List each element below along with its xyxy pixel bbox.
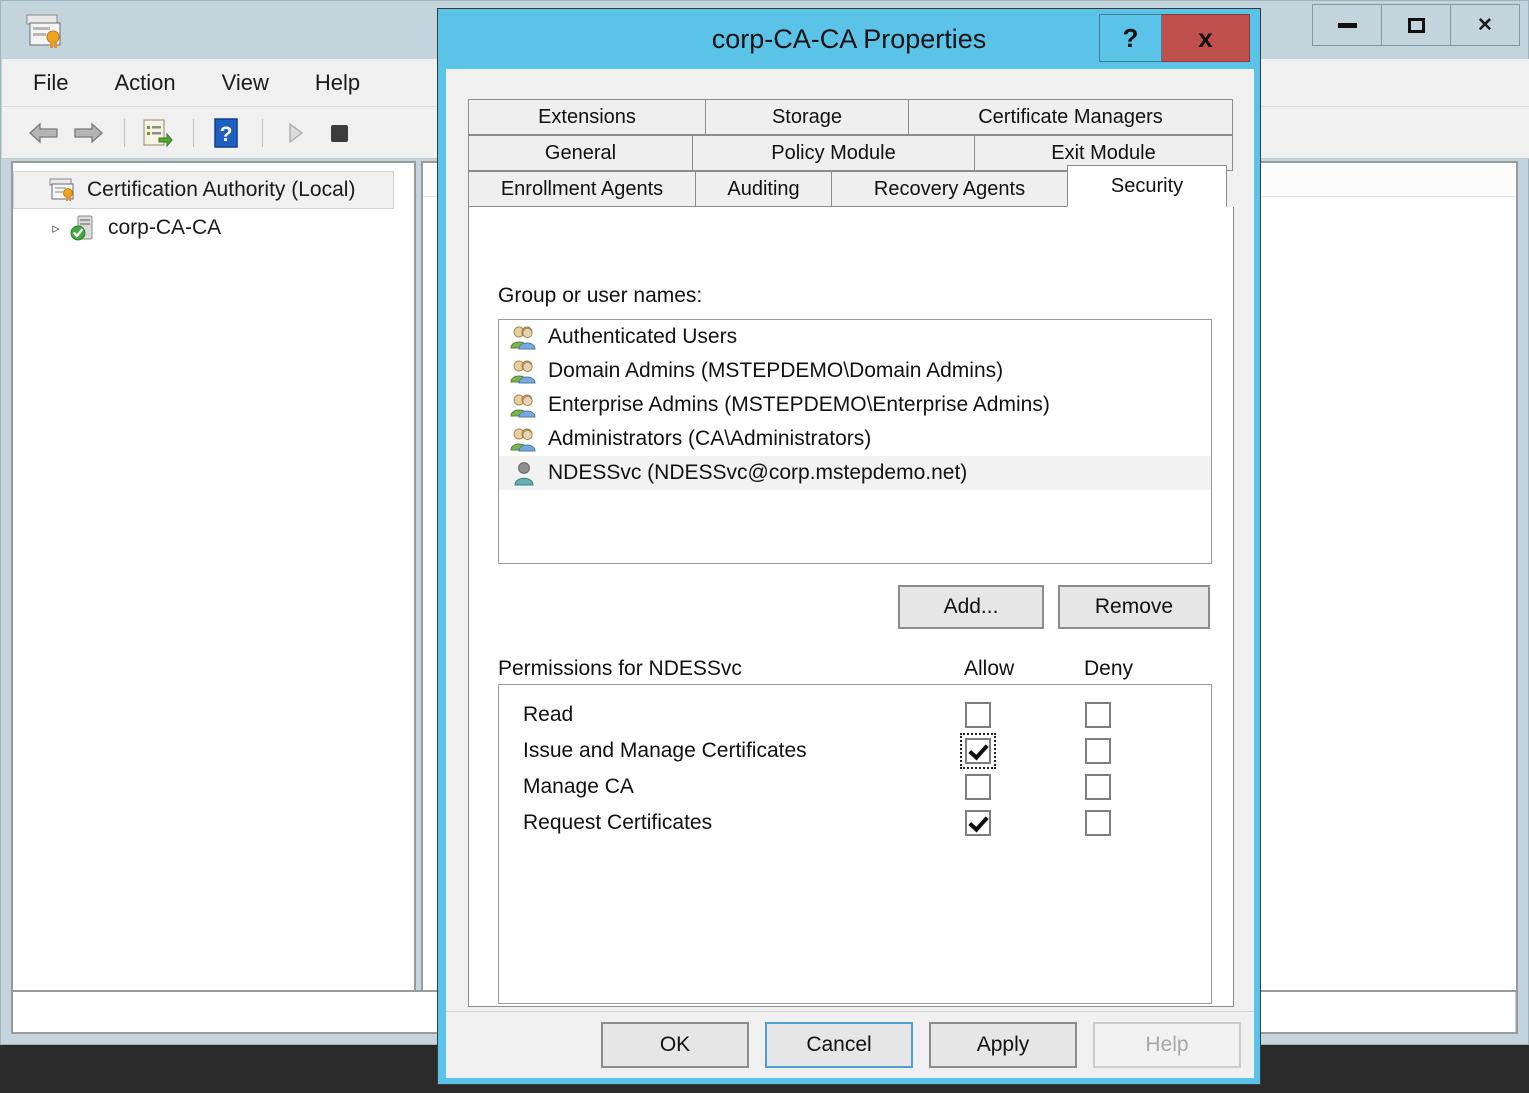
deny-checkbox-issue-and-manage-certificates[interactable] xyxy=(1085,738,1111,764)
deny-checkbox-manage-ca[interactable] xyxy=(1085,774,1111,800)
tree-item-corp-ca-ca[interactable]: ▹ corp-CA-CA xyxy=(13,209,414,247)
screen: ✕ File Action View Help ? Certification … xyxy=(0,0,1529,1093)
list-item-label: Domain Admins (MSTEPDEMO\Domain Admins) xyxy=(548,359,1004,382)
group-icon xyxy=(509,391,539,419)
tab-recovery-agents[interactable]: Recovery Agents xyxy=(831,171,1068,207)
tree-item-certification-authority[interactable]: Certification Authority (Local) xyxy=(13,171,394,209)
deny-checkbox-read[interactable] xyxy=(1085,702,1111,728)
tab-storage[interactable]: Storage xyxy=(705,99,909,135)
forward-arrow-icon[interactable] xyxy=(68,116,108,150)
ca-server-icon xyxy=(69,214,99,242)
toolbar-separator xyxy=(124,118,125,147)
allow-checkbox-issue-and-manage-certificates[interactable] xyxy=(960,733,996,769)
menu-view[interactable]: View xyxy=(217,67,274,99)
list-item-label: Enterprise Admins (MSTEPDEMO\Enterprise … xyxy=(548,393,1050,416)
ca-properties-dialog: corp-CA-CA Properties ? x Extensions Sto… xyxy=(437,8,1261,1085)
allow-column-header: Allow xyxy=(964,657,1015,680)
back-arrow-icon[interactable] xyxy=(24,116,64,150)
certification-authority-icon xyxy=(48,176,78,204)
list-item[interactable]: Authenticated Users xyxy=(499,320,1211,354)
tab-row-3: Enrollment Agents Auditing Recovery Agen… xyxy=(468,165,1234,207)
tree-item-label: corp-CA-CA xyxy=(108,216,222,239)
dialog-help-button[interactable]: ? xyxy=(1099,14,1162,62)
dialog-footer: OK Cancel Apply Help xyxy=(446,1011,1254,1078)
group-icon xyxy=(509,425,539,453)
permission-label: Read xyxy=(523,703,574,726)
ok-button[interactable]: OK xyxy=(601,1022,749,1068)
group-icon xyxy=(509,357,539,385)
deny-checkbox-request-certificates[interactable] xyxy=(1085,810,1111,836)
help-icon[interactable]: ? xyxy=(206,116,246,150)
tab-extensions[interactable]: Extensions xyxy=(468,99,706,135)
allow-checkbox-read[interactable] xyxy=(965,702,991,728)
permissions-for-label: Permissions for NDESSvc xyxy=(498,657,742,680)
dialog-titlebar: corp-CA-CA Properties ? x xyxy=(438,9,1260,69)
dialog-client-area: Extensions Storage Certificate Managers … xyxy=(446,69,1254,1070)
window-controls: ✕ xyxy=(1312,4,1520,46)
remove-button[interactable]: Remove xyxy=(1058,585,1210,629)
group-or-user-names-label: Group or user names: xyxy=(498,284,703,307)
menu-action[interactable]: Action xyxy=(109,67,180,99)
tab-certificate-managers[interactable]: Certificate Managers xyxy=(908,99,1233,135)
dialog-close-button[interactable]: x xyxy=(1162,14,1250,62)
certification-authority-icon xyxy=(23,9,65,51)
cancel-button[interactable]: Cancel xyxy=(765,1022,913,1068)
permission-row-read: Read xyxy=(499,697,1211,733)
svg-text:?: ? xyxy=(220,123,233,146)
list-item[interactable]: Domain Admins (MSTEPDEMO\Domain Admins) xyxy=(499,354,1211,388)
permission-label: Issue and Manage Certificates xyxy=(523,739,807,762)
help-button: Help xyxy=(1093,1022,1241,1068)
list-item-label: Authenticated Users xyxy=(548,325,738,348)
allow-checkbox-request-certificates[interactable] xyxy=(965,810,991,836)
apply-button[interactable]: Apply xyxy=(929,1022,1077,1068)
menu-file[interactable]: File xyxy=(28,67,73,99)
close-button[interactable]: ✕ xyxy=(1450,4,1520,46)
tab-auditing[interactable]: Auditing xyxy=(695,171,832,207)
permission-row-request-certificates: Request Certificates xyxy=(499,805,1211,841)
list-item[interactable]: Administrators (CA\Administrators) xyxy=(499,422,1211,456)
dialog-title: corp-CA-CA Properties xyxy=(711,23,987,54)
tab-security[interactable]: Security xyxy=(1067,165,1227,207)
status-cell-left xyxy=(13,992,443,1032)
stop-service-icon[interactable] xyxy=(319,116,359,150)
menu-help[interactable]: Help xyxy=(310,67,365,99)
console-tree-pane: Certification Authority (Local) ▹ corp-C… xyxy=(11,161,416,1002)
user-icon xyxy=(509,459,539,487)
permission-label: Manage CA xyxy=(523,775,634,798)
group-or-user-names-list[interactable]: Authenticated Users Domain Admins (MSTEP… xyxy=(498,319,1212,564)
permission-row-issue-and-manage-certificates: Issue and Manage Certificates xyxy=(499,733,1211,769)
maximize-button[interactable] xyxy=(1381,4,1451,46)
export-list-icon[interactable] xyxy=(137,116,177,150)
dialog-title-buttons: ? x xyxy=(1099,14,1250,62)
add-button[interactable]: Add... xyxy=(898,585,1044,629)
tab-enrollment-agents[interactable]: Enrollment Agents xyxy=(468,171,696,207)
tab-policy-module[interactable]: Policy Module xyxy=(692,135,975,171)
list-item-label: Administrators (CA\Administrators) xyxy=(548,427,872,450)
tab-row-1: Extensions Storage Certificate Managers xyxy=(468,99,1234,135)
chevron-right-icon[interactable]: ▹ xyxy=(43,219,69,237)
toolbar-separator xyxy=(193,118,194,147)
permissions-list: Read Issue and Manage Certificates Manag… xyxy=(498,684,1212,1004)
tree-item-label: Certification Authority (Local) xyxy=(87,178,356,201)
minimize-button[interactable] xyxy=(1312,4,1382,46)
list-item-label: NDESSvc (NDESSvc@corp.mstepdemo.net) xyxy=(548,461,968,484)
permission-row-manage-ca: Manage CA xyxy=(499,769,1211,805)
tab-general[interactable]: General xyxy=(468,135,693,171)
permission-label: Request Certificates xyxy=(523,811,713,834)
start-service-icon xyxy=(275,116,315,150)
toolbar-separator xyxy=(262,118,263,147)
list-item[interactable]: NDESSvc (NDESSvc@corp.mstepdemo.net) xyxy=(499,456,1211,490)
deny-column-header: Deny xyxy=(1084,657,1134,680)
group-icon xyxy=(509,323,539,351)
list-item[interactable]: Enterprise Admins (MSTEPDEMO\Enterprise … xyxy=(499,388,1211,422)
tab-strip: Extensions Storage Certificate Managers … xyxy=(468,99,1234,207)
allow-checkbox-manage-ca[interactable] xyxy=(965,774,991,800)
